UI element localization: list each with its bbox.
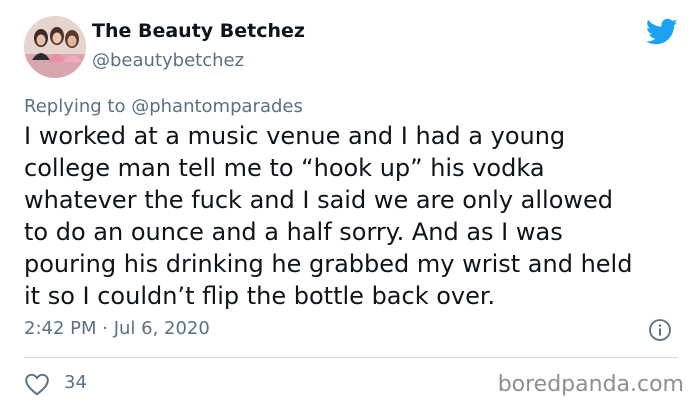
avatar[interactable]	[24, 16, 86, 78]
reply-context: Replying to @phantomparades	[24, 96, 303, 117]
tweet-card: The Beauty Betchez @beautybetchez Replyi…	[0, 0, 700, 410]
display-name[interactable]: The Beauty Betchez	[92, 20, 305, 42]
reply-mention-link[interactable]: @phantomparades	[131, 96, 303, 117]
tweet-text-line: college man tell me to “hook up” his vod…	[24, 154, 545, 182]
tweet-text-line: to do an ounce and a half sorry. And as …	[24, 218, 563, 246]
user-handle[interactable]: @beautybetchez	[92, 50, 244, 71]
reply-prefix: Replying to	[24, 96, 126, 117]
tweet-text-line: it so I couldn’t flip the bottle back ov…	[24, 282, 496, 310]
tweet-timestamp[interactable]: 2:42 PM · Jul 6, 2020	[24, 318, 210, 339]
profile-photo	[24, 16, 86, 78]
tweet-text: I worked at a music venue and I had a yo…	[24, 120, 684, 312]
twitter-bird-icon[interactable]	[645, 18, 678, 46]
tweet-text-line: I worked at a music venue and I had a yo…	[24, 122, 566, 150]
info-icon[interactable]	[648, 318, 672, 342]
tweet-text-line: pouring his drinking he grabbed my wrist…	[24, 250, 633, 278]
like-count: 34	[64, 372, 87, 393]
heart-icon[interactable]	[24, 372, 50, 396]
boredpanda-watermark: boredpanda.com	[497, 372, 684, 397]
divider	[24, 357, 678, 358]
tweet-text-line: whatever the fuck and I said we are only…	[24, 186, 614, 214]
